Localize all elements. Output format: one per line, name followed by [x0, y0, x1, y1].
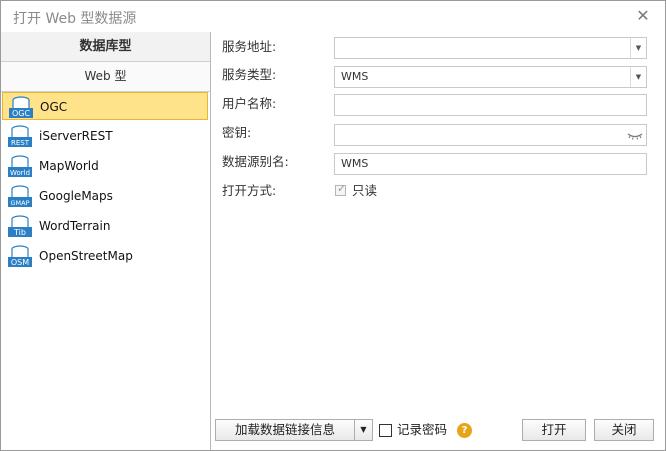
alias-input[interactable]: WMS [334, 153, 647, 175]
category-database[interactable]: 数据库型 [1, 32, 210, 62]
list-item-label: iServerREST [39, 129, 113, 143]
rest-icon: REST [8, 125, 32, 147]
svg-text:Tib: Tib [13, 228, 26, 237]
service-url-combobox[interactable]: ▼ [334, 37, 647, 59]
title-bar: 打开 Web 型数据源 ✕ [1, 1, 665, 32]
list-item-ogc[interactable]: OGC OGC [2, 92, 208, 120]
username-input[interactable] [334, 94, 647, 116]
eye-closed-icon[interactable] [627, 127, 643, 143]
gmap-icon: GMAP [8, 185, 32, 207]
alias-value: WMS [341, 157, 369, 170]
list-item-wordterrain[interactable]: Tib WordTerrain [2, 212, 208, 240]
tib-icon: Tib [8, 215, 32, 237]
readonly-checkbox[interactable]: ✓ [335, 182, 347, 196]
readonly-label: 只读 [352, 183, 378, 198]
password-input[interactable] [334, 124, 647, 146]
open-button[interactable]: 打开 [522, 419, 586, 441]
chevron-down-icon[interactable]: ▼ [630, 38, 646, 58]
load-dropdown-button[interactable]: ▼ [354, 419, 373, 441]
window-title: 打开 Web 型数据源 [13, 11, 137, 27]
ogc-icon: OGC [9, 96, 33, 118]
svg-text:REST: REST [11, 139, 30, 147]
svg-text:OSM: OSM [11, 258, 29, 267]
open-mode-label: 打开方式: [222, 183, 277, 198]
chevron-down-icon[interactable]: ▼ [630, 67, 646, 87]
service-type-select[interactable]: WMS ▼ [334, 66, 647, 88]
load-connection-info-button[interactable]: 加载数据链接信息 [215, 419, 355, 441]
category-web[interactable]: Web 型 [1, 62, 210, 92]
service-url-label: 服务地址: [222, 39, 277, 54]
datasource-type-panel: 数据库型 Web 型 OGC OGC REST iServerREST Worl… [1, 32, 211, 450]
list-item-openstreetmap[interactable]: OSM OpenStreetMap [2, 242, 208, 270]
service-type-value: WMS [341, 70, 369, 83]
list-item-iserverrest[interactable]: REST iServerREST [2, 122, 208, 150]
list-item-label: WordTerrain [39, 219, 111, 233]
username-label: 用户名称: [222, 96, 277, 111]
check-icon: ✓ [337, 182, 347, 195]
password-label: 密钥: [222, 125, 252, 140]
triangle-down-icon: ▼ [360, 425, 367, 434]
list-item-label: OpenStreetMap [39, 249, 133, 263]
list-item-label: MapWorld [39, 159, 99, 173]
help-icon[interactable]: ? [457, 423, 472, 438]
svg-text:GMAP: GMAP [10, 199, 29, 207]
list-item-googlemaps[interactable]: GMAP GoogleMaps [2, 182, 208, 210]
open-web-datasource-dialog: 打开 Web 型数据源 ✕ 数据库型 Web 型 OGC OGC REST iS… [0, 0, 666, 451]
web-type-list: OGC OGC REST iServerREST World MapWorld … [1, 92, 210, 450]
alias-label: 数据源别名: [222, 154, 289, 169]
osm-icon: OSM [8, 245, 32, 267]
list-item-mapworld[interactable]: World MapWorld [2, 152, 208, 180]
world-icon: World [8, 155, 32, 177]
list-item-label: OGC [40, 100, 68, 114]
close-button[interactable]: 关闭 [594, 419, 654, 441]
svg-text:World: World [10, 169, 30, 177]
remember-password-checkbox[interactable] [379, 424, 392, 437]
service-type-label: 服务类型: [222, 67, 277, 82]
remember-password-label: 记录密码 [397, 422, 448, 437]
list-item-label: GoogleMaps [39, 189, 113, 203]
svg-text:OGC: OGC [12, 109, 30, 118]
close-icon[interactable]: ✕ [633, 6, 653, 26]
